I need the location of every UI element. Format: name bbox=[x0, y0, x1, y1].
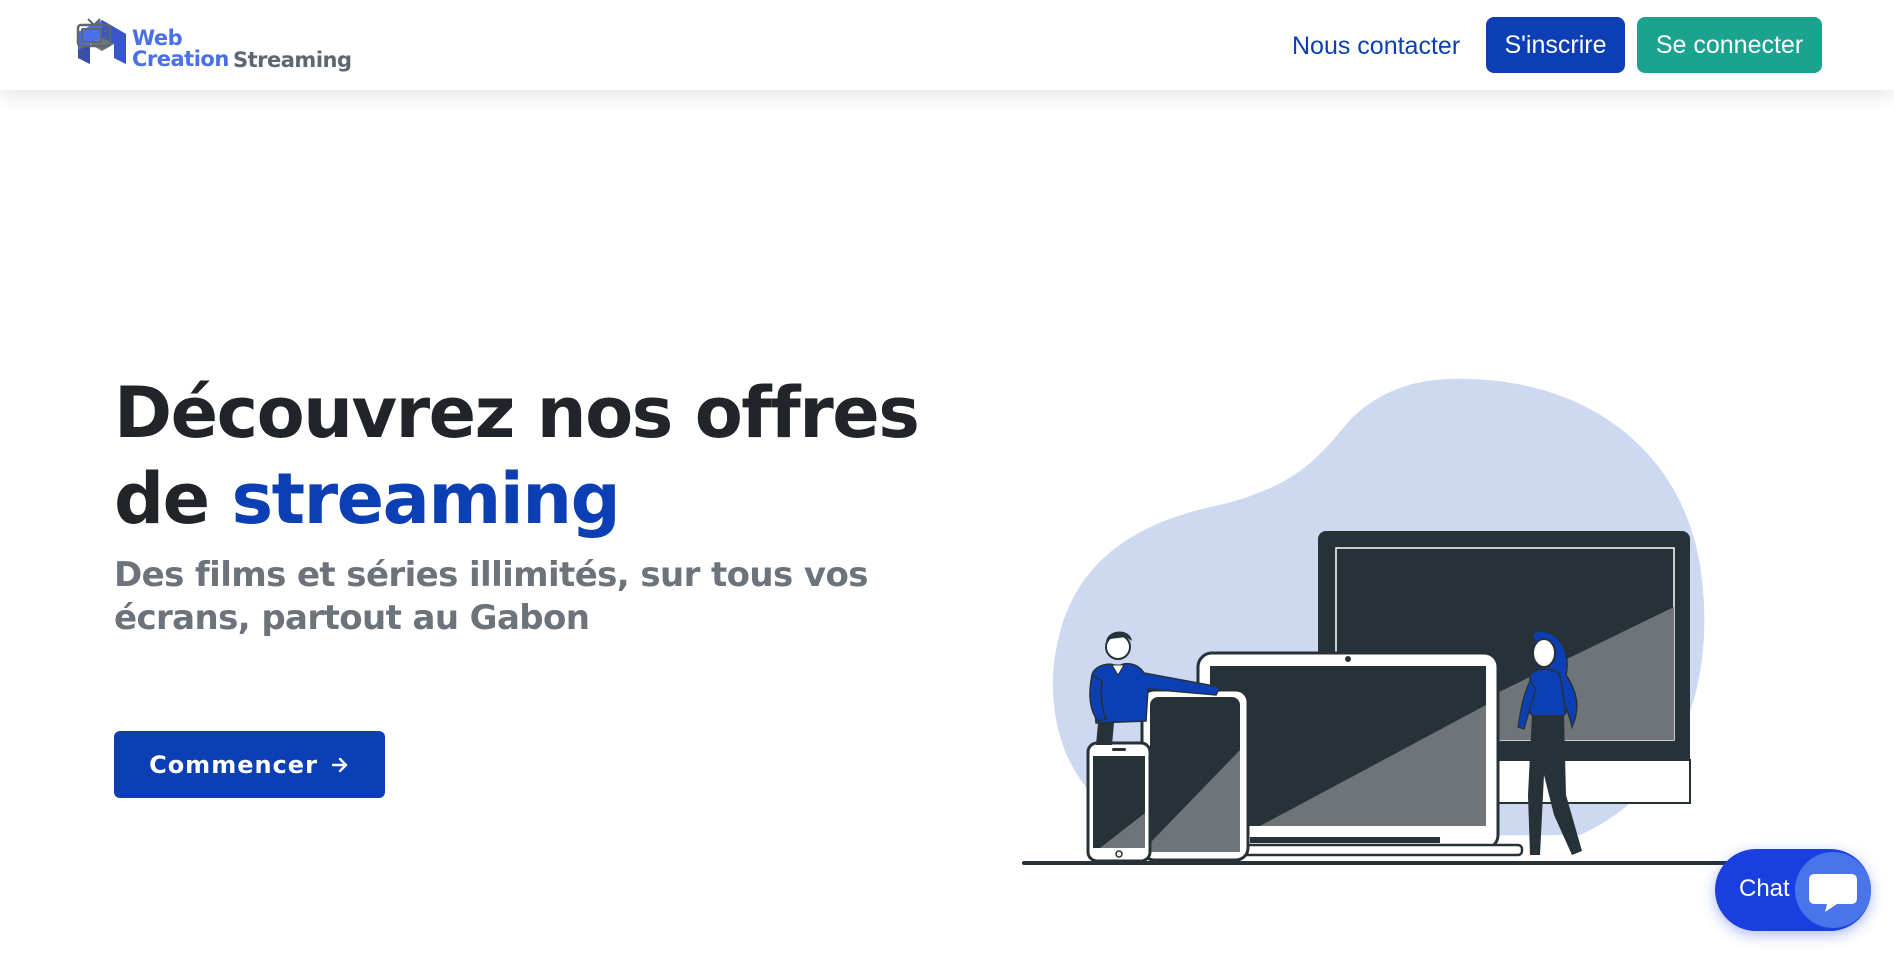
signup-button[interactable]: S'inscrire bbox=[1486, 17, 1625, 73]
brand-line-streaming: Streaming bbox=[233, 48, 352, 72]
tv-icon bbox=[76, 18, 112, 48]
hero-illustration bbox=[1022, 378, 1734, 865]
chat-widget[interactable]: Chat bbox=[1715, 849, 1871, 931]
hero-subtitle: Des films et séries illimités, sur tous … bbox=[114, 555, 868, 638]
nav-contact-link[interactable]: Nous contacter bbox=[1292, 29, 1460, 63]
navbar: Web Creation Streaming Nous contacter S'… bbox=[0, 0, 1894, 90]
page: Web Creation Streaming Nous contacter S'… bbox=[0, 0, 1894, 969]
chat-label: Chat bbox=[1739, 875, 1790, 902]
login-button[interactable]: Se connecter bbox=[1637, 17, 1822, 73]
brand-line-web: Web bbox=[132, 26, 183, 50]
login-button-label: Se connecter bbox=[1655, 30, 1804, 59]
chat-bubble-icon bbox=[1809, 874, 1857, 912]
phone bbox=[1086, 741, 1152, 863]
signup-button-label: S'inscrire bbox=[1504, 30, 1607, 59]
hero-title-accent: streaming bbox=[231, 458, 620, 540]
hero-title: Découvrez nos offres de streaming bbox=[114, 370, 954, 542]
chat-bubble[interactable] bbox=[1795, 852, 1871, 928]
start-button[interactable]: Commencer bbox=[114, 731, 385, 798]
start-button-label: Commencer bbox=[149, 750, 318, 779]
brand-logo[interactable]: Web Creation Streaming bbox=[76, 18, 356, 76]
arrow-right-icon bbox=[331, 757, 348, 772]
brand-line-creation: Creation bbox=[132, 47, 229, 71]
tablet bbox=[1140, 688, 1250, 862]
